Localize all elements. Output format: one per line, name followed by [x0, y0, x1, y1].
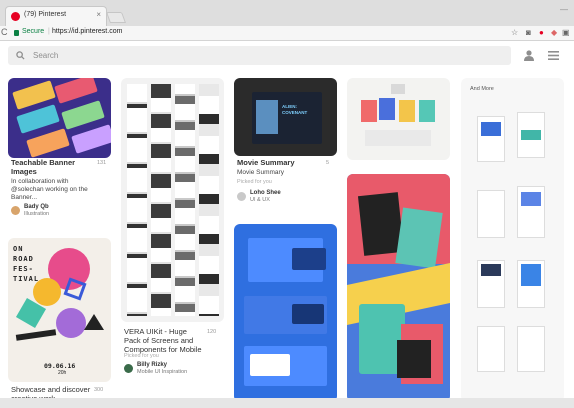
star-icon[interactable]: ☆: [511, 28, 518, 37]
reload-icon[interactable]: C: [1, 27, 8, 37]
tab-title: (79) Pinterest: [24, 11, 67, 18]
search-icon: [16, 51, 25, 60]
pin-description: In collaboration with @solechan working …: [11, 178, 88, 201]
pin-feed: Teachable Banner Images 131 In collabora…: [0, 72, 574, 408]
pin-owner-name[interactable]: Loho Shee: [250, 190, 281, 196]
pin-picked-label: Picked for you: [237, 179, 272, 185]
pinterest-header: Search: [0, 42, 574, 72]
address-bar[interactable]: C Secure | https://id.pinterest.com ☆ ◙ …: [0, 26, 574, 41]
pin-title[interactable]: VERA UIKit - Huge Pack of Screens and Co…: [124, 327, 204, 354]
pin-owner-name[interactable]: Bady Qb: [24, 204, 49, 210]
pin-owner-name[interactable]: Billy Rizky: [137, 362, 167, 368]
avatar[interactable]: [237, 192, 246, 201]
pin-save-count: 131: [97, 160, 107, 166]
pin-save-count: 5: [326, 160, 330, 166]
profile-extension-icon[interactable]: ▣: [562, 28, 570, 37]
pin-image-vera-uikit[interactable]: [121, 78, 224, 322]
url-separator: |: [48, 28, 50, 35]
pinterest-favicon-icon: [11, 12, 20, 21]
user-icon[interactable]: [524, 50, 534, 61]
poster-text: ON: [13, 245, 24, 253]
pin-picked-label: Picked for you: [124, 353, 159, 359]
pin-image-festival-poster[interactable]: ON ROAD FES- TIVAL 09.06.16 20h: [8, 238, 111, 382]
avatar[interactable]: [11, 206, 20, 215]
pin-image-movie-summary[interactable]: ALIEN: COVENANT: [234, 78, 337, 156]
extension-icon[interactable]: ◆: [551, 28, 557, 37]
lock-icon: [14, 30, 19, 36]
pin-image-and-more[interactable]: And More: [461, 78, 564, 402]
pin-image-banners[interactable]: [8, 78, 111, 158]
window-bottom-edge: [0, 398, 574, 408]
poster-text: ROAD: [13, 255, 34, 263]
movie-card-heading: ALIEN: COVENANT: [282, 104, 308, 115]
camera-icon[interactable]: ◙: [526, 28, 531, 37]
pin-title[interactable]: Teachable Banner Images: [11, 158, 89, 176]
search-placeholder: Search: [33, 51, 59, 60]
pin-title[interactable]: Movie Summary: [237, 158, 295, 167]
secure-label: Secure: [22, 28, 45, 35]
poster-date: 09.06.16: [44, 362, 76, 370]
pin-image-stationery[interactable]: [347, 78, 450, 160]
pin-board-name[interactable]: Illustration: [24, 211, 49, 217]
tab-strip: (79) Pinterest × —: [0, 0, 574, 26]
pin-board-name[interactable]: UI & UX: [250, 197, 270, 203]
search-input[interactable]: Search: [8, 46, 511, 65]
url-text[interactable]: https://id.pinterest.com: [52, 28, 122, 35]
pin-image-blue-web-ui[interactable]: [234, 224, 337, 402]
poster-text: FES-: [13, 265, 34, 273]
pin-description: Movie Summary: [237, 169, 284, 176]
pin-save-count: 300: [94, 387, 104, 393]
poster-time: 20h: [58, 370, 67, 376]
opera-icon[interactable]: ●: [539, 28, 544, 37]
pin-image-pattern-stationery[interactable]: [347, 174, 450, 402]
avatar[interactable]: [124, 364, 133, 373]
menu-icon[interactable]: [548, 51, 559, 60]
new-tab-button[interactable]: [105, 12, 127, 23]
moodboard-heading: And More: [470, 86, 494, 92]
browser-tab[interactable]: (79) Pinterest ×: [5, 6, 107, 26]
tab-close-icon[interactable]: ×: [96, 10, 101, 19]
browser-window: (79) Pinterest × — C Secure | https://id…: [0, 0, 574, 408]
pin-save-count: 120: [207, 329, 217, 335]
pin-board-name[interactable]: Mobile UI Inspiration: [137, 369, 187, 375]
window-control-icon[interactable]: —: [560, 5, 568, 14]
